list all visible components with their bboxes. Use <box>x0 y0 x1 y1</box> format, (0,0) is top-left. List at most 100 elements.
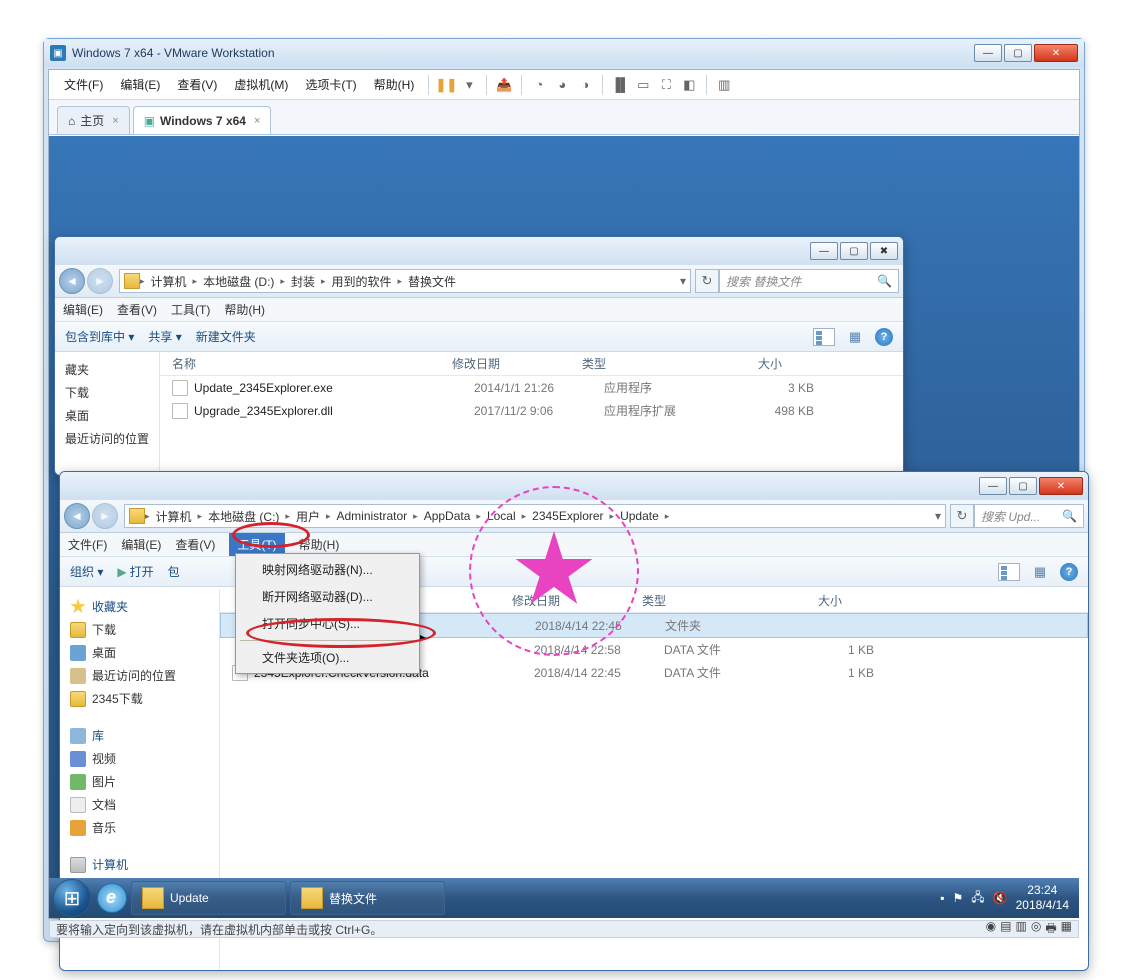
sidebar-item[interactable]: 桌面 <box>64 641 215 664</box>
maximize-button[interactable]: ▢ <box>840 242 868 260</box>
pause-icon[interactable]: ❚❚ <box>436 75 456 95</box>
device-icon[interactable]: ▥ <box>1016 919 1027 940</box>
system-tray[interactable]: ▪ ⚑ 🖧 🔇 23:24 2018/4/14 <box>940 883 1075 913</box>
volume-icon[interactable]: 🔇 <box>993 891 1008 905</box>
close-button[interactable]: ✕ <box>1039 477 1083 495</box>
help-icon[interactable]: ? <box>1060 563 1078 581</box>
dropdown-item[interactable]: 映射网络驱动器(N)... <box>238 556 417 583</box>
snapshot3-icon[interactable]: ◑ <box>575 75 595 95</box>
menu-tabs[interactable]: 选项卡(T) <box>298 73 363 96</box>
vm-screen[interactable]: — ▢ ✖ ◄ ► ▸ 计算机▸ 本地磁盘 (D:)▸ 封装▸ 用到的软件▸ <box>49 136 1079 918</box>
col-size[interactable]: 大小 <box>762 592 852 609</box>
share-button[interactable]: 共享 ▾ <box>148 328 181 345</box>
back-button[interactable]: ◄ <box>64 503 90 529</box>
libraries-header[interactable]: 库 <box>64 724 215 747</box>
menu-view[interactable]: 查看(V) <box>170 73 224 96</box>
tab-vm[interactable]: ▣ Windows 7 x64 × <box>133 106 272 134</box>
flag-icon[interactable]: ⚑ <box>953 891 964 905</box>
vmware-titlebar[interactable]: ▣ Windows 7 x64 - VMware Workstation — ▢… <box>44 39 1084 67</box>
menu-edit[interactable]: 编辑(E) <box>113 73 167 96</box>
forward-button[interactable]: ► <box>87 268 113 294</box>
sidebar-item[interactable]: 最近访问的位置 <box>64 664 215 687</box>
computer-header[interactable]: 计算机 <box>64 853 215 876</box>
sidebar-item[interactable]: 音乐 <box>64 816 215 839</box>
view-options-icon[interactable] <box>998 563 1020 581</box>
menu-view[interactable]: 查看(V) <box>175 536 215 553</box>
device-icon[interactable]: ▦ <box>1061 919 1072 940</box>
view-options-icon[interactable] <box>813 328 835 346</box>
new-folder-button[interactable]: 新建文件夹 <box>196 328 256 345</box>
preview-pane-icon[interactable]: ▦ <box>845 327 865 347</box>
col-date[interactable]: 修改日期 <box>512 592 642 609</box>
menu-tools[interactable]: 工具(T) <box>171 301 210 318</box>
device-icon[interactable]: ◉ <box>986 919 996 940</box>
menu-edit[interactable]: 编辑(E) <box>63 301 103 318</box>
address-bar[interactable]: ▸ 计算机▸ 本地磁盘 (D:)▸ 封装▸ 用到的软件▸ 替换文件 ▾ <box>119 269 691 293</box>
sidebar-item[interactable]: 2345下载 <box>64 687 215 710</box>
refresh-icon[interactable]: ↻ <box>695 269 719 293</box>
sidebar-item[interactable]: 图片 <box>64 770 215 793</box>
minimize-button[interactable]: — <box>810 242 838 260</box>
file-row[interactable]: Update_2345Explorer.exe 2014/1/1 21:26 应… <box>160 376 903 399</box>
search-input[interactable]: 搜索 替换文件 🔍 <box>719 269 899 293</box>
snapshot-icon[interactable]: ◔ <box>529 75 549 95</box>
maximize-button[interactable]: ▢ <box>1009 477 1037 495</box>
send-icon[interactable]: 📤 <box>494 75 514 95</box>
dropdown-item[interactable]: 打开同步中心(S)... <box>238 610 417 637</box>
col-name[interactable]: 名称 <box>172 355 452 372</box>
menu-help[interactable]: 帮助(H) <box>224 301 265 318</box>
refresh-icon[interactable]: ↻ <box>950 504 974 528</box>
tab-home[interactable]: ⌂ 主页 × <box>57 106 130 134</box>
menu-file[interactable]: 文件(F) <box>68 536 107 553</box>
forward-button[interactable]: ► <box>92 503 118 529</box>
file-row[interactable]: Upgrade_2345Explorer.dll 2017/11/2 9:06 … <box>160 399 903 422</box>
col-type[interactable]: 类型 <box>582 355 702 372</box>
menu-edit[interactable]: 编辑(E) <box>121 536 161 553</box>
preview-pane-icon[interactable]: ▦ <box>1030 562 1050 582</box>
sidebar-item[interactable]: 文档 <box>64 793 215 816</box>
device-icon[interactable]: 🖶 <box>1045 919 1056 940</box>
col-size[interactable]: 大小 <box>702 355 792 372</box>
view1-icon[interactable]: ▐▌ <box>610 75 630 95</box>
col-type[interactable]: 类型 <box>642 592 762 609</box>
menu-vm[interactable]: 虚拟机(M) <box>227 73 295 96</box>
menu-view[interactable]: 查看(V) <box>117 301 157 318</box>
back-button[interactable]: ◄ <box>59 268 85 294</box>
sidebar-item[interactable]: 下载 <box>59 381 155 404</box>
search-input[interactable]: 搜索 Upd... 🔍 <box>974 504 1084 528</box>
close-icon[interactable]: × <box>254 115 260 127</box>
library-icon[interactable]: ▥ <box>714 75 734 95</box>
sidebar-item[interactable]: 最近访问的位置 <box>59 427 155 450</box>
ie-icon[interactable] <box>97 883 127 913</box>
device-icon[interactable]: ▤ <box>1000 919 1011 940</box>
device-icon[interactable]: ◎ <box>1031 919 1041 940</box>
include-button[interactable]: 包 <box>168 563 180 580</box>
close-button[interactable]: ✕ <box>1034 44 1078 62</box>
taskbar-item[interactable]: 替换文件 <box>290 881 445 915</box>
help-icon[interactable]: ? <box>875 328 893 346</box>
taskbar-item[interactable]: Update <box>131 881 286 915</box>
open-button[interactable]: ▶打开 <box>117 563 153 580</box>
menu-help[interactable]: 帮助(H) <box>367 73 422 96</box>
menu-help[interactable]: 帮助(H) <box>299 536 340 553</box>
clock[interactable]: 23:24 2018/4/14 <box>1016 883 1069 913</box>
close-button[interactable]: ✖ <box>870 242 898 260</box>
maximize-button[interactable]: ▢ <box>1004 44 1032 62</box>
view2-icon[interactable]: ▭ <box>633 75 653 95</box>
dropdown-item[interactable]: 断开网络驱动器(D)... <box>238 583 417 610</box>
tray-icon[interactable]: ▪ <box>940 891 944 905</box>
organize-button[interactable]: 组织 ▾ <box>70 563 103 580</box>
unity-icon[interactable]: ◧ <box>679 75 699 95</box>
sidebar-item[interactable]: 视频 <box>64 747 215 770</box>
sidebar-item[interactable]: 桌面 <box>59 404 155 427</box>
sidebar-item[interactable]: 下载 <box>64 618 215 641</box>
network-icon[interactable]: 🖧 <box>971 888 984 909</box>
dropdown-item-folder-options[interactable]: 文件夹选项(O)... <box>238 644 417 671</box>
dropdown-icon[interactable]: ▾ <box>459 75 479 95</box>
fullscreen-icon[interactable]: ⛶ <box>656 75 676 95</box>
close-icon[interactable]: × <box>112 115 118 127</box>
favorites-header[interactable]: 收藏夹 <box>64 595 215 618</box>
sidebar-item[interactable]: 藏夹 <box>59 358 155 381</box>
address-bar[interactable]: ▸ 计算机▸ 本地磁盘 (C:)▸ 用户▸ Administrator▸ App… <box>124 504 946 528</box>
minimize-button[interactable]: — <box>979 477 1007 495</box>
